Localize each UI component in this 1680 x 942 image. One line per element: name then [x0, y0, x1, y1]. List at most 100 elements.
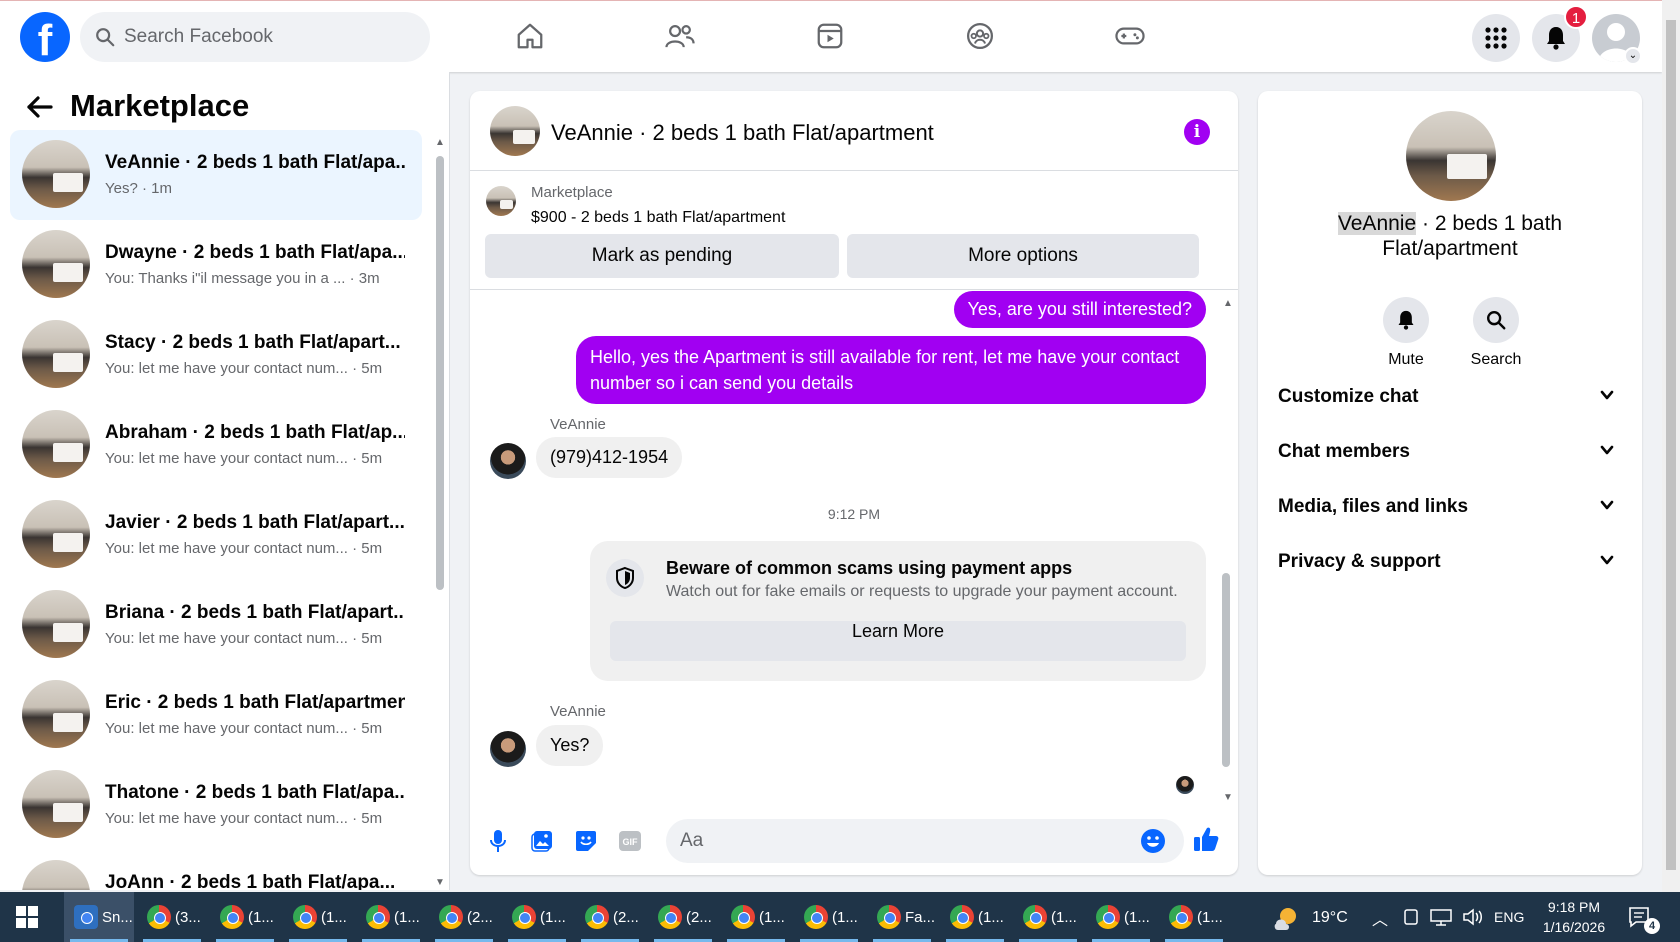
scroll-down-arrow[interactable]: ▼: [434, 878, 446, 888]
conversation-item[interactable]: Dwayne · 2 beds 1 bath Flat/apa... You: …: [10, 220, 422, 310]
taskbar-app-button[interactable]: (1...: [1086, 892, 1156, 942]
conversation-item[interactable]: Javier · 2 beds 1 bath Flat/apart... You…: [10, 490, 422, 580]
taskbar-app-button[interactable]: (1...: [794, 892, 864, 942]
conversation-item[interactable]: Eric · 2 beds 1 bath Flat/apartment You:…: [10, 670, 422, 760]
conversation-name: JoAnn · 2 beds 1 bath Flat/apa...: [105, 872, 396, 890]
info-icon[interactable]: i: [1184, 119, 1210, 145]
taskbar-app-button[interactable]: (1...: [1013, 892, 1083, 942]
photo-icon[interactable]: [528, 827, 556, 855]
system-clock[interactable]: 9:18 PM 1/16/2026: [1536, 897, 1612, 937]
conversation-preview: Yes? · 1m: [105, 180, 172, 197]
scam-warning-text: Watch out for fake emails or requests to…: [666, 583, 1178, 600]
chat-scrollbar[interactable]: [1222, 573, 1230, 767]
friends-icon[interactable]: [658, 16, 702, 56]
taskbar-app-button[interactable]: (1...: [502, 892, 572, 942]
learn-more-button[interactable]: Learn More: [610, 621, 1186, 661]
message-input-box[interactable]: [666, 819, 1184, 863]
conversation-item[interactable]: Stacy · 2 beds 1 bath Flat/apart... You:…: [10, 310, 422, 400]
groups-icon[interactable]: [958, 16, 1002, 56]
back-button[interactable]: [22, 90, 56, 124]
outgoing-message[interactable]: Yes, are you still interested?: [953, 291, 1206, 328]
listing-price[interactable]: $900 - 2 beds 1 bath Flat/apartment: [531, 209, 785, 227]
gaming-icon[interactable]: [1108, 16, 1152, 56]
taskbar-app-button[interactable]: Fa...: [867, 892, 937, 942]
taskbar-app-button[interactable]: (2...: [429, 892, 499, 942]
taskbar-app-button[interactable]: (2...: [648, 892, 718, 942]
page-scrollbar[interactable]: [1662, 0, 1680, 892]
chrome-icon: [439, 905, 463, 929]
windows-taskbar: Sn... (3... (1... (1... (1... (2... (1... (2...…: [0, 892, 1680, 942]
svg-text:GIF: GIF: [623, 837, 639, 847]
mute-button[interactable]: Mute: [1371, 297, 1441, 369]
message-input[interactable]: [680, 819, 1120, 863]
network-icon[interactable]: [1430, 908, 1452, 926]
search-conversation-button[interactable]: Search: [1461, 297, 1531, 369]
conversation-item[interactable]: JoAnn · 2 beds 1 bath Flat/apa...: [10, 850, 422, 890]
chrome-icon: [1096, 905, 1120, 929]
taskbar-app-button[interactable]: (1...: [210, 892, 280, 942]
outgoing-message[interactable]: Hello, yes the Apartment is still availa…: [576, 336, 1206, 404]
volume-icon[interactable]: [1462, 908, 1484, 926]
conversation-item[interactable]: Thatone · 2 beds 1 bath Flat/apa... You:…: [10, 760, 422, 850]
scroll-down-arrow[interactable]: ▼: [1222, 793, 1234, 803]
chevron-down-icon: [1600, 555, 1614, 565]
more-options-button[interactable]: More options: [847, 234, 1199, 278]
chat-thumbnail[interactable]: [490, 106, 540, 156]
message-thread: Yes, are you still interested? Hello, ye…: [470, 291, 1238, 807]
details-title-line2: Flat/apartment: [1382, 237, 1518, 260]
language-indicator[interactable]: ENG: [1494, 909, 1524, 925]
like-icon[interactable]: [1192, 825, 1220, 853]
taskbar-app-button[interactable]: (1...: [356, 892, 426, 942]
taskbar-app-button[interactable]: Sn...: [64, 892, 134, 942]
taskbar-app-label: (2...: [467, 909, 493, 926]
watch-icon[interactable]: [808, 16, 852, 56]
incoming-message[interactable]: Yes?: [536, 725, 604, 766]
taskbar-app-label: (1...: [248, 909, 274, 926]
chat-members-section[interactable]: Chat members: [1278, 437, 1622, 467]
scroll-up-arrow[interactable]: ▲: [434, 138, 446, 148]
section-label: Chat members: [1278, 441, 1410, 462]
facebook-logo[interactable]: f: [20, 12, 70, 62]
taskbar-app-button[interactable]: (1...: [1159, 892, 1229, 942]
sender-avatar[interactable]: [490, 731, 526, 767]
conversation-name: Eric · 2 beds 1 bath Flat/apartment: [105, 692, 405, 713]
taskbar-app-label: (1...: [978, 909, 1004, 926]
weather-icon[interactable]: [1272, 904, 1300, 932]
taskbar-app-button[interactable]: (1...: [940, 892, 1010, 942]
listing-thumbnail[interactable]: [486, 186, 516, 216]
customize-chat-section[interactable]: Customize chat: [1278, 382, 1622, 412]
taskbar-app-label: (1...: [1051, 909, 1077, 926]
conversation-item[interactable]: VeAnnie · 2 beds 1 bath Flat/apa... Yes?…: [10, 130, 422, 220]
taskbar-app-label: Fa...: [905, 909, 936, 926]
weather-temperature[interactable]: 19°C: [1312, 909, 1348, 927]
listing-photo[interactable]: [1406, 111, 1496, 201]
emoji-icon[interactable]: [1140, 828, 1166, 854]
chevron-down-icon[interactable]: ⌄: [1624, 47, 1642, 65]
page-scrollbar-thumb[interactable]: [1666, 20, 1676, 870]
taskbar-app-button[interactable]: (3...: [137, 892, 207, 942]
windows-start-icon[interactable]: [16, 906, 38, 928]
taskbar-app-label: (1...: [540, 909, 566, 926]
sticker-icon[interactable]: [572, 827, 600, 855]
home-icon[interactable]: [508, 16, 552, 56]
search-bar[interactable]: [80, 12, 430, 62]
mark-as-pending-button[interactable]: Mark as pending: [485, 234, 839, 278]
conversation-item[interactable]: Abraham · 2 beds 1 bath Flat/ap... You: …: [10, 400, 422, 490]
chevron-up-icon[interactable]: ︿: [1372, 906, 1388, 930]
microphone-icon[interactable]: [484, 827, 512, 855]
taskbar-app-button[interactable]: (1...: [283, 892, 353, 942]
sidebar-scrollbar[interactable]: [436, 156, 444, 590]
sender-avatar[interactable]: [490, 443, 526, 479]
search-input[interactable]: [124, 12, 414, 62]
media-files-links-section[interactable]: Media, files and links: [1278, 492, 1622, 522]
scroll-up-arrow[interactable]: ▲: [1222, 299, 1234, 309]
device-icon[interactable]: [1402, 908, 1420, 926]
taskbar-app-button[interactable]: (1...: [721, 892, 791, 942]
privacy-support-section[interactable]: Privacy & support: [1278, 547, 1622, 577]
conversation-item[interactable]: Briana · 2 beds 1 bath Flat/apart... You…: [10, 580, 422, 670]
incoming-message[interactable]: (979)412-1954: [536, 437, 683, 478]
chat-title[interactable]: VeAnnie · 2 beds 1 bath Flat/apartment: [551, 120, 934, 146]
gif-icon[interactable]: GIF: [616, 827, 644, 855]
taskbar-app-button[interactable]: (2...: [575, 892, 645, 942]
menu-grid-button[interactable]: [1472, 14, 1520, 62]
